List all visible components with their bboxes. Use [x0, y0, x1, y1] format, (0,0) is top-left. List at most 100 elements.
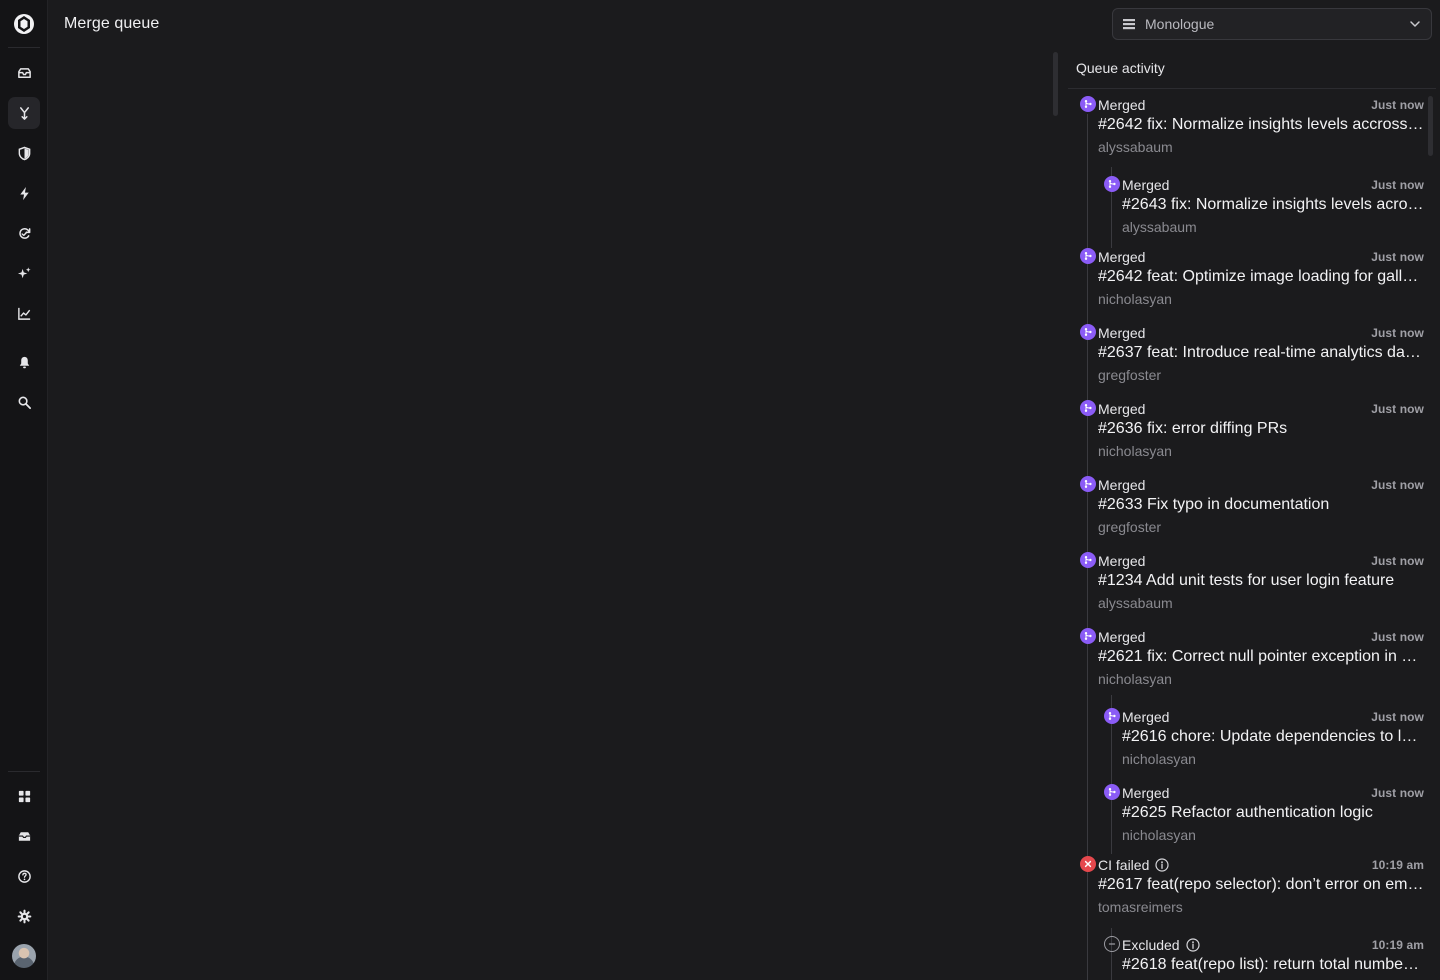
info-icon[interactable]: [1185, 938, 1200, 952]
view-select[interactable]: Monologue: [1112, 8, 1432, 40]
status-label: Merged: [1098, 477, 1145, 493]
sidebar: [0, 0, 48, 980]
status-icon: [1104, 708, 1120, 724]
status-label: Excluded: [1122, 937, 1200, 953]
sidebar-item-search[interactable]: [8, 386, 40, 418]
sidebar-divider: [8, 771, 40, 772]
merge-icon: [1084, 328, 1092, 336]
status-text: Merged: [1098, 249, 1146, 265]
merge-icon: [1084, 480, 1092, 488]
pr-title-link[interactable]: #2637 feat: Introduce real-time analytic…: [1098, 344, 1424, 362]
grid-icon: [18, 790, 30, 802]
timeline-line: [1087, 114, 1088, 980]
pr-title-link[interactable]: #2636 fix: error diffing PRs: [1098, 420, 1424, 438]
sidebar-item-sync[interactable]: [8, 217, 40, 249]
panel-scrollbar[interactable]: [1428, 96, 1433, 156]
avatar[interactable]: [12, 944, 36, 968]
status-text: Merged: [1122, 785, 1170, 801]
queue-activity-panel: Queue activity Merged Just now #2642 fix: …: [1064, 48, 1440, 980]
author-name: alyssabaum: [1122, 219, 1197, 235]
pr-title-link[interactable]: #2642 feat: Optimize image loading for g…: [1098, 268, 1424, 286]
author-name: tomasreimers: [1098, 899, 1183, 915]
author-name: alyssabaum: [1098, 139, 1173, 155]
timestamp: Just now: [1371, 630, 1424, 644]
status-icon: [1080, 552, 1096, 568]
timestamp: Just now: [1371, 326, 1424, 340]
sidebar-item-notifications[interactable]: [8, 346, 40, 378]
sidebar-item-tray[interactable]: [8, 820, 40, 852]
sidebar-item-settings[interactable]: [8, 900, 40, 932]
panel-divider: [1068, 88, 1436, 89]
sync-icon: [18, 227, 30, 239]
status-icon: [1080, 856, 1096, 872]
sidebar-item-shield[interactable]: [8, 137, 40, 169]
sidebar-item-ai[interactable]: [8, 257, 40, 289]
sidebar-item-merge-queue[interactable]: [8, 97, 40, 129]
shield-icon: [18, 146, 30, 160]
timestamp: Just now: [1371, 710, 1424, 724]
page-title: Merge queue: [64, 15, 160, 32]
author-name: gregfoster: [1098, 367, 1162, 383]
sparkles-icon: [17, 266, 31, 278]
sidebar-item-insights[interactable]: [8, 297, 40, 329]
sidebar-item-help[interactable]: [8, 860, 40, 892]
timestamp: 10:19 am: [1371, 858, 1424, 872]
main-scrollbar[interactable]: [1053, 52, 1058, 116]
panel-title: Queue activity: [1076, 60, 1165, 76]
status-label: Merged: [1122, 709, 1169, 725]
status-text: Merged: [1098, 553, 1146, 569]
status-label: Merged: [1098, 553, 1145, 569]
author-name: nicholasyan: [1122, 827, 1196, 843]
status-label: Merged: [1098, 325, 1145, 341]
help-icon: [17, 869, 31, 883]
status-icon: [1104, 936, 1120, 952]
author-name: nicholasyan: [1122, 751, 1196, 767]
timestamp: Just now: [1371, 178, 1424, 192]
sidebar-divider: [8, 47, 40, 48]
status-text: Merged: [1098, 629, 1146, 645]
sidebar-item-apps[interactable]: [8, 780, 40, 812]
merge-icon: [1084, 556, 1092, 564]
status-label: CI failed: [1098, 857, 1169, 873]
status-text: Merged: [1098, 401, 1146, 417]
info-icon[interactable]: [1155, 858, 1169, 872]
author-name: nicholasyan: [1098, 443, 1172, 459]
status-label: Merged: [1098, 249, 1145, 265]
merge-icon: [1084, 252, 1092, 260]
status-icon: [1080, 400, 1096, 416]
status-icon: [1104, 176, 1120, 192]
view-select-value: Monologue: [1145, 16, 1215, 32]
app-logo-icon[interactable]: [13, 13, 35, 35]
pr-title-link[interactable]: #2621 fix: Correct null pointer exceptio…: [1098, 648, 1424, 666]
sidebar-item-automations[interactable]: [8, 177, 40, 209]
author-name: alyssabaum: [1098, 595, 1173, 611]
status-icon: [1080, 628, 1096, 644]
status-icon: [1080, 324, 1096, 340]
status-icon: [1080, 96, 1096, 112]
chevron-down-icon: [1410, 21, 1420, 27]
author-name: gregfoster: [1098, 519, 1162, 535]
status-text: Merged: [1098, 97, 1146, 113]
status-text: Merged: [1098, 325, 1146, 341]
status-text: Merged: [1122, 177, 1170, 193]
author-name: nicholasyan: [1098, 671, 1172, 687]
status-icon: [1080, 476, 1096, 492]
pr-title-link[interactable]: #2643 fix: Normalize insights levels acr…: [1122, 196, 1424, 214]
inbox-icon: [17, 67, 31, 78]
sidebar-item-inbox[interactable]: [8, 57, 40, 89]
status-text: CI failed: [1098, 857, 1150, 873]
pr-title-link[interactable]: #1234 Add unit tests for user login feat…: [1098, 572, 1424, 590]
status-label: Merged: [1098, 629, 1145, 645]
timestamp: Just now: [1371, 478, 1424, 492]
app-window: Merge queue Monologue Queue activity Mer…: [0, 0, 1440, 980]
status-label: Merged: [1098, 401, 1145, 417]
pr-title-link[interactable]: #2642 fix: Normalize insights levels acc…: [1098, 116, 1424, 134]
pr-title-link[interactable]: #2616 chore: Update dependencies to late…: [1122, 728, 1424, 746]
status-text: Excluded: [1122, 937, 1180, 953]
pr-title-link[interactable]: #2625 Refactor authentication logic: [1122, 804, 1424, 822]
pr-title-link[interactable]: #2633 Fix typo in documentation: [1098, 496, 1424, 514]
pr-title-link[interactable]: #2617 feat(repo selector): don’t error o…: [1098, 876, 1424, 894]
pr-title-link[interactable]: #2618 feat(repo list): return total numb…: [1122, 956, 1424, 974]
status-label: Merged: [1098, 97, 1145, 113]
status-label: Merged: [1122, 177, 1169, 193]
